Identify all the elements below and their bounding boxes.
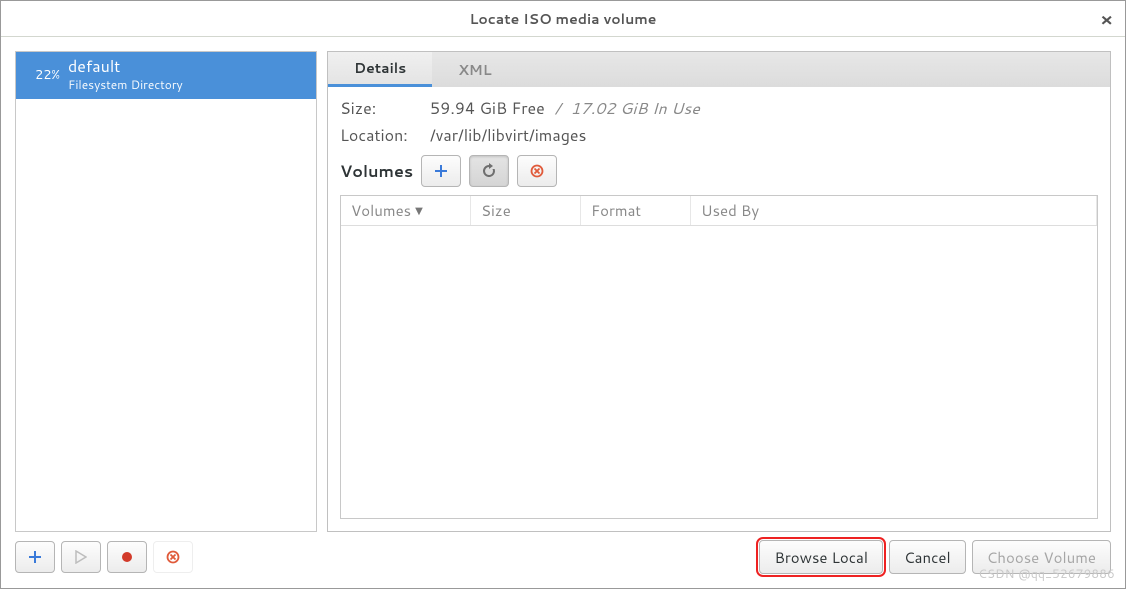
footer: Browse Local Cancel Choose Volume	[1, 532, 1125, 588]
choose-volume-button: Choose Volume	[972, 540, 1111, 574]
col-header-volumes[interactable]: Volumes ▼	[341, 196, 471, 225]
location-value: /var/lib/libvirt/images	[430, 124, 586, 147]
col-header-usedby[interactable]: Used By	[691, 196, 1097, 225]
pool-type: Filesystem Directory	[68, 76, 183, 93]
refresh-volumes-button[interactable]	[469, 155, 509, 187]
window-title: Locate ISO media volume	[470, 9, 657, 29]
pool-main: default Filesystem Directory	[68, 58, 183, 93]
pool-usage-percent: 22%	[26, 66, 60, 84]
plus-icon	[28, 550, 42, 564]
cancel-button[interactable]: Cancel	[889, 540, 966, 574]
stop-pool-button[interactable]	[107, 541, 147, 573]
size-inuse: 17.02 GiB In Use	[570, 97, 699, 120]
location-label: Location:	[340, 124, 420, 147]
size-row: Size: 59.94 GiB Free / 17.02 GiB In Use	[340, 97, 1098, 120]
sidebar-column: 22% default Filesystem Directory	[15, 51, 317, 532]
close-icon[interactable]: ×	[1100, 6, 1113, 32]
col-label-format: Format	[591, 200, 641, 221]
right-column: Details XML Size: 59.94 GiB Free / 17.02…	[327, 51, 1111, 532]
dialog-body: 22% default Filesystem Directory Details…	[1, 37, 1125, 532]
delete-circle-icon	[530, 164, 544, 178]
col-label-size: Size	[481, 200, 511, 221]
col-label-usedby: Used By	[701, 200, 759, 221]
tab-xml[interactable]: XML	[432, 52, 517, 87]
tabs: Details XML	[327, 51, 1111, 87]
col-label-volumes: Volumes	[351, 200, 411, 221]
storage-pool-item[interactable]: 22% default Filesystem Directory	[16, 52, 316, 99]
size-free: 59.94 GiB Free	[430, 97, 545, 120]
volumes-label: Volumes	[340, 160, 413, 183]
volumes-table-header: Volumes ▼ Size Format Used By	[341, 196, 1097, 226]
delete-circle-icon	[166, 550, 180, 564]
size-sep: /	[555, 97, 561, 120]
titlebar: Locate ISO media volume ×	[1, 1, 1125, 37]
plus-icon	[434, 164, 448, 178]
sort-arrow-icon: ▼	[415, 204, 423, 218]
col-header-size[interactable]: Size	[471, 196, 581, 225]
pool-name: default	[68, 58, 183, 76]
col-header-format[interactable]: Format	[581, 196, 691, 225]
dialog-window: Locate ISO media volume × 22% default Fi…	[0, 0, 1126, 589]
browse-local-button[interactable]: Browse Local	[759, 540, 883, 574]
add-volume-button[interactable]	[421, 155, 461, 187]
delete-pool-button[interactable]	[153, 541, 193, 573]
volumes-table[interactable]: Volumes ▼ Size Format Used By	[340, 195, 1098, 519]
record-icon	[120, 550, 134, 564]
start-pool-button[interactable]	[61, 541, 101, 573]
refresh-icon	[481, 163, 497, 179]
size-label: Size:	[340, 97, 420, 120]
details-pane: Size: 59.94 GiB Free / 17.02 GiB In Use …	[327, 87, 1111, 532]
tab-details[interactable]: Details	[328, 52, 432, 87]
delete-volume-button[interactable]	[517, 155, 557, 187]
location-row: Location: /var/lib/libvirt/images	[340, 124, 1098, 147]
play-icon	[75, 550, 87, 564]
volumes-toolbar: Volumes	[340, 155, 1098, 187]
add-pool-button[interactable]	[15, 541, 55, 573]
storage-pool-list[interactable]: 22% default Filesystem Directory	[15, 51, 317, 532]
